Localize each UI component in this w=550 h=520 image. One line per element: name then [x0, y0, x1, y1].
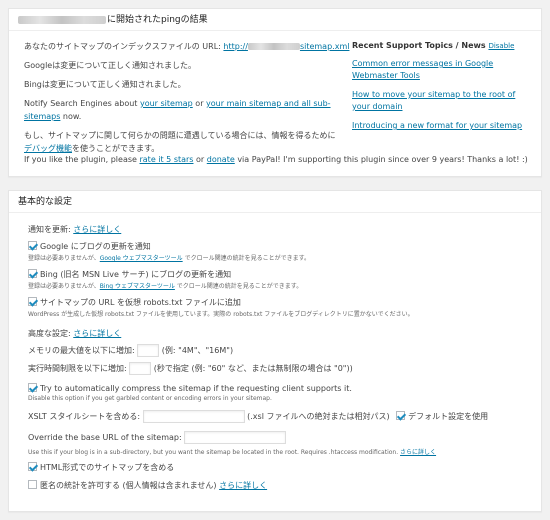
sitemap-url-link[interactable]: http://sitemap.xml	[223, 42, 349, 51]
notify-search-engines-text: Notify Search Engines about your sitemap…	[24, 99, 331, 121]
notify-sitemap-link[interactable]: your sitemap	[140, 99, 193, 108]
override-base-url-row: Override the base URL of the sitemap:	[28, 431, 287, 444]
bing-notify-checkbox[interactable]	[28, 269, 37, 278]
blurred-timestamp	[18, 15, 106, 24]
base-url-input[interactable]	[184, 431, 287, 444]
robots-txt-checkbox[interactable]	[28, 297, 37, 306]
notify-section-label: 通知を更新: さらに詳しく	[28, 225, 122, 234]
override-base-url-desc: Use this if your blog is in a sub-direct…	[28, 449, 437, 456]
override-more-link[interactable]: さらに詳しく	[400, 449, 436, 456]
xslt-default-checkbox[interactable]	[396, 411, 406, 420]
notify-more-link[interactable]: さらに詳しく	[73, 225, 121, 234]
ping-result-details: あなたのサイトマップのインデックスファイルの URL: http://sitem…	[24, 40, 350, 161]
donate-link[interactable]: donate	[207, 155, 235, 164]
memory-limit-row: メモリの最大値を以下に増加: (例: "4M"、"16M")	[28, 344, 234, 357]
compress-desc: Disable this option if you get garbled c…	[28, 395, 272, 402]
debug-hint-text: もし、サイトマップに関して何らかの問題に遭遇している場合には、情報を得るためにデ…	[24, 131, 336, 153]
xslt-path-input[interactable]	[142, 410, 245, 423]
advanced-section-label: 高度な設定: さらに詳しく	[28, 329, 122, 338]
memory-limit-input[interactable]	[137, 344, 160, 357]
support-disable-link[interactable]: Disable	[488, 42, 514, 50]
advanced-more-link[interactable]: さらに詳しく	[73, 329, 121, 338]
html-sitemap-checkbox[interactable]	[28, 462, 37, 471]
time-limit-row: 実行時間制限を以下に増加: (秒で指定 (例: "60" など、または無制限の場…	[28, 362, 353, 375]
blurred-domain	[247, 43, 300, 50]
compress-option[interactable]: Try to automatically compress the sitema…	[28, 383, 352, 393]
google-notify-desc: 登録は必要ありませんが、Google ウェブマスターツール でクロール関連の統計…	[28, 255, 310, 262]
google-webmaster-link[interactable]: Google ウェブマスターツール	[100, 255, 183, 262]
bing-notified-text: Bingは変更について正しく通知されました。	[24, 80, 186, 89]
ping-result-title: に開始されたpingの結果	[9, 9, 541, 31]
rate-plugin-link[interactable]: rate it 5 stars	[139, 155, 193, 164]
google-notified-text: Googleは変更について正しく通知されました。	[24, 61, 196, 70]
google-notify-checkbox[interactable]	[28, 241, 37, 250]
bing-notify-option[interactable]: Bing (旧名 MSN Live サーチ) にブログの更新を通知	[28, 269, 231, 280]
anonymous-stats-more-link[interactable]: さらに詳しく	[219, 481, 267, 490]
time-limit-input[interactable]	[129, 362, 152, 375]
debug-function-link[interactable]: デバッグ機能	[24, 144, 72, 153]
ping-result-box: に開始されたpingの結果 あなたのサイトマップのインデックスファイルの URL…	[8, 8, 542, 177]
basic-settings-box: 基本的な設定 通知を更新: さらに詳しく Google にブログの更新を通知 登…	[8, 190, 542, 512]
plugin-support-text: If you like the plugin, please rate it 5…	[24, 155, 528, 164]
support-topics-heading: Recent Support Topics / News Disable	[352, 41, 515, 50]
anonymous-stats-checkbox[interactable]	[28, 480, 37, 489]
anonymous-stats-option[interactable]: 匿名の統計を許可する (個人情報は含まれません) さらに詳しく	[28, 480, 267, 491]
compress-checkbox[interactable]	[28, 383, 37, 392]
support-topic-link[interactable]: How to move your sitemap to the root of …	[352, 90, 515, 111]
basic-settings-title: 基本的な設定	[9, 191, 541, 213]
sitemap-url-line: あなたのサイトマップのインデックスファイルの URL: http://sitem…	[24, 42, 350, 51]
html-sitemap-option[interactable]: HTML形式でのサイトマップを含める	[28, 462, 174, 473]
support-topics-panel: Recent Support Topics / News Disable Com…	[352, 40, 532, 139]
xslt-row: XSLT スタイルシートを含める: (.xsl ファイルへの絶対または相対パス)…	[28, 410, 489, 423]
bing-notify-desc: 登録は必要ありませんが、Bing ウェブマスターツール でクロール関連の統計を見…	[28, 283, 303, 290]
google-notify-option[interactable]: Google にブログの更新を通知	[28, 241, 151, 252]
support-topic-link[interactable]: Introducing a new format for your sitema…	[352, 121, 522, 130]
robots-txt-option[interactable]: サイトマップの URL を仮想 robots.txt ファイルに追加	[28, 297, 241, 308]
support-topic-link[interactable]: Common error messages in Google Webmaste…	[352, 59, 493, 80]
bing-webmaster-link[interactable]: Bing ウェブマスターツール	[100, 283, 175, 290]
robots-txt-desc: WordPress が生成した仮想 robots.txt ファイルを使用していま…	[28, 311, 414, 318]
